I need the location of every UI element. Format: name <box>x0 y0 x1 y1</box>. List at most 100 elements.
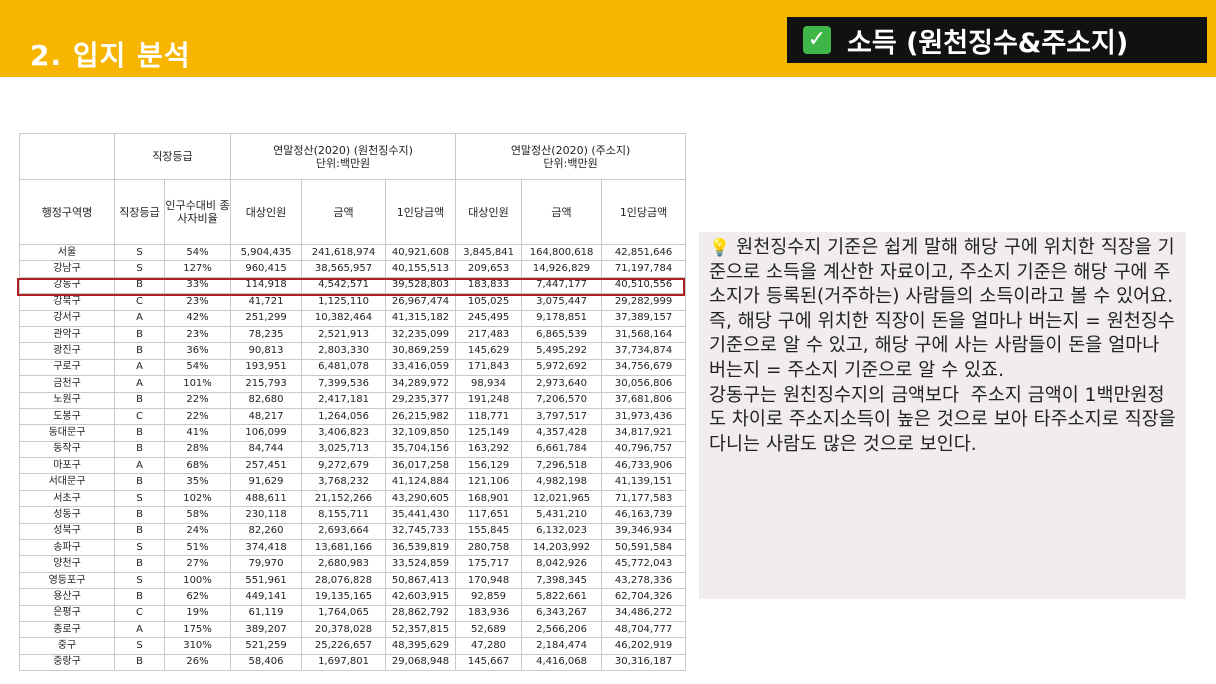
table-cell: 105,025 <box>455 293 523 311</box>
table-cell: 강남구 <box>19 260 115 278</box>
table-row: 종로구 A 175% 389,207 20,378,028 52,357,815 52,68… <box>19 620 687 639</box>
address-group-header: 연말정산(2020) (주소지) 단위:백만원 <box>455 133 687 180</box>
table-row: 서울 S 54% 5,904,435 241,618,974 40,921,608 3,84… <box>19 243 687 262</box>
withholding-header-line2: 단위:백만원 <box>315 156 371 170</box>
table-cell: C <box>114 604 165 622</box>
table-cell: 50,867,413 <box>385 571 457 590</box>
table-cell: 9,178,851 <box>521 309 603 327</box>
table-cell: 389,207 <box>230 620 303 639</box>
table-cell: 31,568,164 <box>601 325 687 344</box>
table-cell: 54% <box>163 243 232 262</box>
table-cell: 78,235 <box>230 325 303 344</box>
table-cell: 52,689 <box>455 620 523 639</box>
table-cell: 257,451 <box>230 457 303 475</box>
table-cell: B <box>114 522 165 541</box>
column-header-grade: 직장등급 <box>114 179 165 245</box>
table-cell: 183,833 <box>455 276 523 295</box>
table-cell: 48,217 <box>230 407 303 426</box>
table-cell: 7,296,518 <box>521 457 603 475</box>
table-cell: 51% <box>163 539 232 557</box>
table-cell: 32,745,733 <box>385 522 457 541</box>
table-cell: 4,357,428 <box>521 424 603 442</box>
table-cell: 251,299 <box>230 309 303 327</box>
table-row: 은평구 C 19% 61,119 1,764,065 28,862,792 183,936 6… <box>19 604 687 622</box>
table-cell: 145,667 <box>455 653 523 672</box>
column-header-withholding-amount: 금액 <box>301 179 387 245</box>
table-cell: 서초구 <box>19 489 115 508</box>
table-cell: 중구 <box>19 637 115 655</box>
table-cell: 23% <box>163 293 232 311</box>
table-cell: A <box>114 309 165 327</box>
table-cell: 41,139,151 <box>601 473 687 491</box>
table-row: 관악구 B 23% 78,235 2,521,913 32,235,099 217,483 6… <box>19 325 687 344</box>
table-cell: 도봉구 <box>19 407 115 426</box>
table-cell: 121,106 <box>455 473 523 491</box>
table-cell: 32,109,850 <box>385 424 457 442</box>
column-header-withholding-count: 대상인원 <box>230 179 303 245</box>
table-cell: 117,651 <box>455 506 523 524</box>
table-cell: 29,068,948 <box>385 653 457 672</box>
table-cell: A <box>114 620 165 639</box>
table-cell: 39,528,803 <box>385 276 457 295</box>
table-cell: 6,661,784 <box>521 440 603 459</box>
table-cell: B <box>114 440 165 459</box>
table-row: 영등포구 S 100% 551,961 28,076,828 50,867,413 170,… <box>19 571 687 590</box>
table-cell: 101% <box>163 375 232 393</box>
table-cell: 39,346,934 <box>601 522 687 541</box>
table-cell: 1,264,056 <box>301 407 387 426</box>
table-cell: B <box>114 588 165 606</box>
table-cell: 5,904,435 <box>230 243 303 262</box>
table-cell: 21,152,266 <box>301 489 387 508</box>
table-cell: 28% <box>163 440 232 459</box>
table-cell: 551,961 <box>230 571 303 590</box>
table-cell: 118,771 <box>455 407 523 426</box>
table-cell: 449,141 <box>230 588 303 606</box>
table-cell: 156,129 <box>455 457 523 475</box>
table-cell: 36,539,819 <box>385 539 457 557</box>
checkmark-icon: ✓ <box>803 26 831 54</box>
table-cell: 41% <box>163 424 232 442</box>
table-cell: 61,119 <box>230 604 303 622</box>
table-cell: 68% <box>163 457 232 475</box>
table-cell: 6,132,023 <box>521 522 603 541</box>
table-cell: 42,603,915 <box>385 588 457 606</box>
table-cell: B <box>114 325 165 344</box>
table-cell: S <box>114 243 165 262</box>
table-cell: 중랑구 <box>19 653 115 672</box>
table-cell: 13,681,166 <box>301 539 387 557</box>
table-cell: 52,357,815 <box>385 620 457 639</box>
table-cell: 35,704,156 <box>385 440 457 459</box>
table-cell: 50,591,584 <box>601 539 687 557</box>
table-cell: 23% <box>163 325 232 344</box>
table-row: 중랑구 B 26% 58,406 1,697,801 29,068,948 145,667 4… <box>19 653 687 672</box>
table-cell: 46,733,906 <box>601 457 687 475</box>
table-cell: 7,398,345 <box>521 571 603 590</box>
table-cell: 3,075,447 <box>521 293 603 311</box>
table-cell: 34,486,272 <box>601 604 687 622</box>
table-cell: 35,441,430 <box>385 506 457 524</box>
table-cell: 48,704,777 <box>601 620 687 639</box>
table-cell: 46,163,739 <box>601 506 687 524</box>
table-cell: 27% <box>163 555 232 573</box>
income-table-wrap: 직장등급 연말정산(2020) (원천징수지) 단위:백만원 연말정산(2020… <box>19 133 687 674</box>
table-cell: 6,865,539 <box>521 325 603 344</box>
table-cell: 19,135,165 <box>301 588 387 606</box>
column-header-address-amount: 금액 <box>521 179 603 245</box>
table-cell: 구로구 <box>19 358 115 377</box>
table-cell: 5,495,292 <box>521 342 603 360</box>
table-cell: 45,772,043 <box>601 555 687 573</box>
table-cell: 24% <box>163 522 232 541</box>
table-body: 서울 S 54% 5,904,435 241,618,974 40,921,608 3,84… <box>19 243 687 672</box>
table-cell: 183,936 <box>455 604 523 622</box>
table-cell: 215,793 <box>230 375 303 393</box>
table-cell: 127% <box>163 260 232 278</box>
table-cell: 34,756,679 <box>601 358 687 377</box>
withholding-group-header: 연말정산(2020) (원천징수지) 단위:백만원 <box>230 133 457 180</box>
table-row: 구로구 A 54% 193,951 6,481,078 33,416,059 171,843… <box>19 358 687 377</box>
table-cell: 2,693,664 <box>301 522 387 541</box>
table-cell: S <box>114 489 165 508</box>
table-cell: 280,758 <box>455 539 523 557</box>
table-cell: 37,734,874 <box>601 342 687 360</box>
table-cell: 43,278,336 <box>601 571 687 590</box>
table-cell: 송파구 <box>19 539 115 557</box>
